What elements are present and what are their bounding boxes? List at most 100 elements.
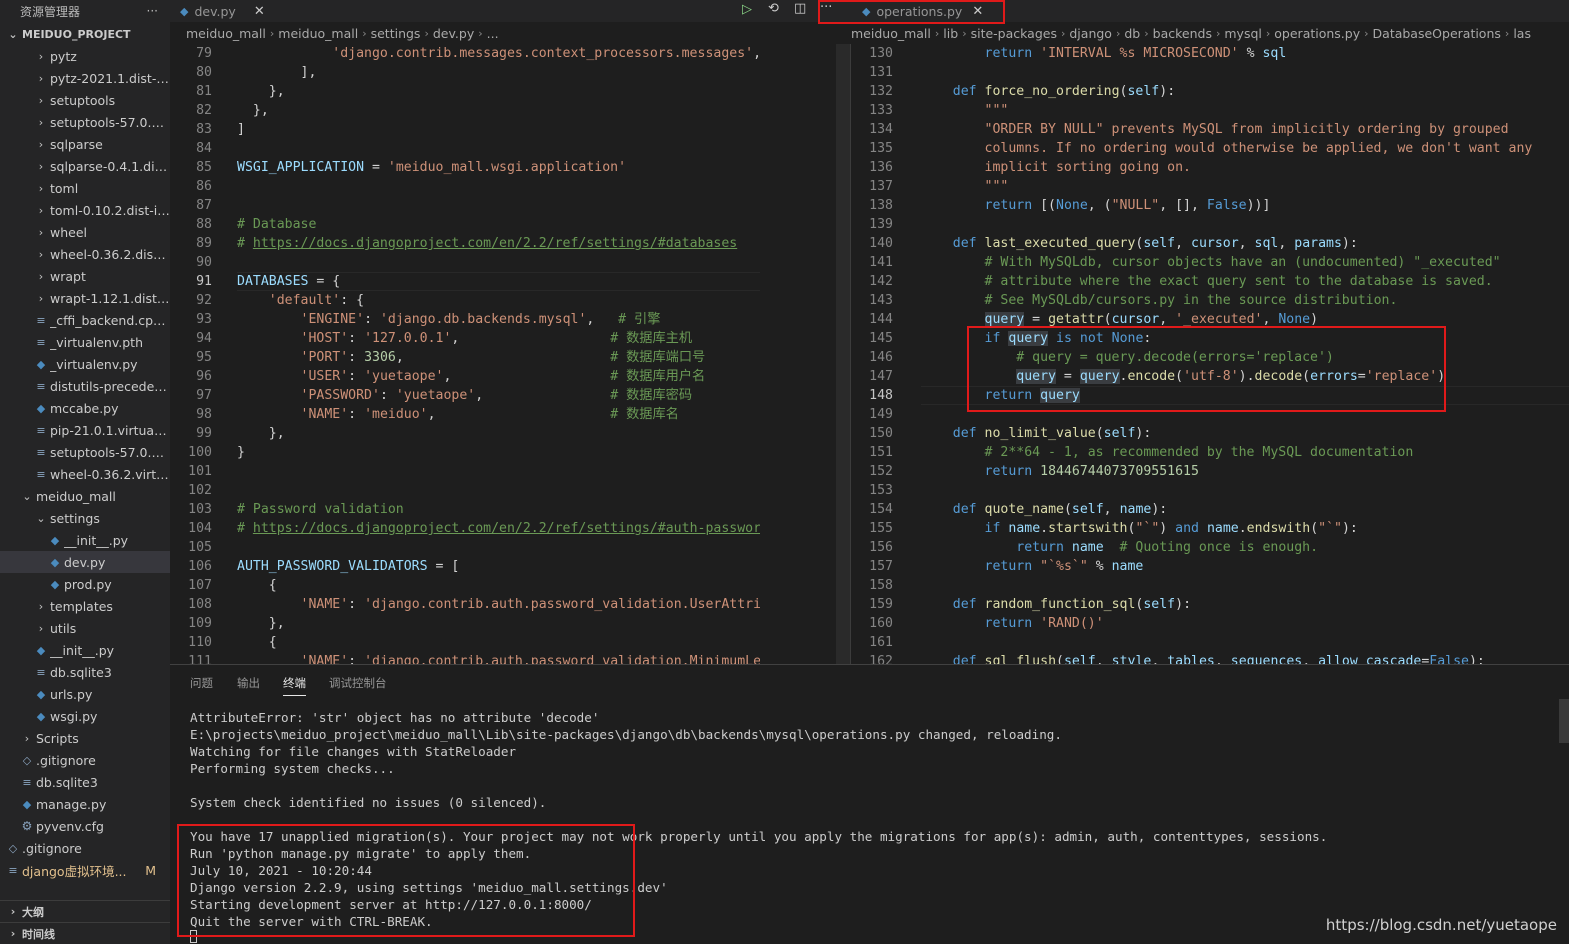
scrollbar[interactable] <box>836 44 850 664</box>
code-line: 'PASSWORD': 'yuetaope', # 数据库密码 <box>300 388 693 403</box>
tree-item[interactable]: ⚙ pyvenv.cfg <box>0 815 170 837</box>
tree-item[interactable]: › templates <box>0 595 170 617</box>
breadcrumb-item[interactable]: backends <box>1153 26 1212 41</box>
tree-item[interactable]: › wheel-0.36.2.dist-i... <box>0 243 170 265</box>
code-line: 'HOST': '127.0.0.1', # 数据库主机 <box>300 331 693 346</box>
tree-item[interactable]: › toml-0.10.2.dist-info <box>0 199 170 221</box>
tree-item[interactable]: ⌄ meiduo_mall <box>0 485 170 507</box>
breadcrumb-item[interactable]: ... <box>487 26 499 41</box>
split-editor-icon[interactable]: ◫ <box>794 1 806 16</box>
chevron-right-icon: › <box>38 291 44 305</box>
minimap[interactable] <box>762 44 836 664</box>
code-line: implicit sorting going on. <box>921 160 1191 175</box>
breadcrumb-item[interactable]: dev.py <box>433 26 474 41</box>
breadcrumb-item[interactable]: meiduo_mall <box>278 26 358 41</box>
tree-item[interactable]: ◇ .gitignore <box>0 837 170 859</box>
tree-item[interactable]: › Scripts <box>0 727 170 749</box>
tree-item[interactable]: ◇ .gitignore <box>0 749 170 771</box>
tree-item[interactable]: › wrapt <box>0 265 170 287</box>
text-file-icon: ≡ <box>36 467 46 481</box>
line-number: 155 <box>869 521 893 536</box>
tab-dev-py[interactable]: ◆ dev.py ✕ <box>180 0 265 22</box>
breadcrumb-item[interactable]: db <box>1124 26 1140 41</box>
panel-tab[interactable]: 调试控制台 <box>329 675 387 691</box>
tree-item[interactable]: ≡ distutils-precedenc... <box>0 375 170 397</box>
breadcrumb-item[interactable]: site-packages <box>971 26 1057 41</box>
tree-item[interactable]: ≡ wheel-0.36.2.virtua... <box>0 463 170 485</box>
breadcrumb-item[interactable]: DatabaseOperations <box>1373 26 1501 41</box>
tree-item[interactable]: › setuptools <box>0 89 170 111</box>
tree-item[interactable]: › setuptools-57.0.0.d... <box>0 111 170 133</box>
scrollbar[interactable] <box>1559 699 1569 743</box>
tree-item-label: pip-21.0.1.virtualenv <box>50 422 170 438</box>
tree-item[interactable]: › utils <box>0 617 170 639</box>
line-number: 102 <box>188 483 212 498</box>
python-file-icon: ◆ <box>50 555 60 569</box>
compare-changes-icon[interactable]: ⟲ <box>768 1 779 16</box>
line-number: 79 <box>196 46 212 61</box>
tree-item[interactable]: ≡ setuptools-57.0.0.v... <box>0 441 170 463</box>
panel-tab[interactable]: 输出 <box>237 675 260 691</box>
code-line: ] <box>237 122 245 137</box>
tree-item[interactable]: › pytz-2021.1.dist-info <box>0 67 170 89</box>
tree-item[interactable]: › wheel <box>0 221 170 243</box>
code-line: def sql_flush(self, style, tables, seque… <box>952 654 1485 664</box>
tree-item-label: distutils-precedenc... <box>50 378 170 394</box>
code-editor-left[interactable]: 79 80 81 82 83 84 85 86 87 88 89 90 91 92 93 94 95 96 97 98… <box>170 44 850 664</box>
code-area[interactable]: 'django.contrib.messages.context_process… <box>237 44 760 664</box>
breadcrumb-item[interactable]: meiduo_mall <box>851 26 931 41</box>
line-number: 107 <box>188 578 212 593</box>
breadcrumb-item[interactable]: operations.py <box>1274 26 1360 41</box>
tree-item[interactable]: ◆ urls.py <box>0 683 170 705</box>
project-root[interactable]: ⌄ MEIDUO_PROJECT <box>0 23 170 45</box>
tree-item[interactable]: ◆ wsgi.py <box>0 705 170 727</box>
close-icon[interactable]: ✕ <box>972 4 983 19</box>
more-actions-icon[interactable]: ··· <box>820 0 832 15</box>
tree-item[interactable]: ◆ prod.py <box>0 573 170 595</box>
text-file-icon: ≡ <box>36 335 46 349</box>
line-number: 143 <box>869 293 893 308</box>
tree-item[interactable]: ≡ _cffi_backend.cp39... <box>0 309 170 331</box>
panel-tab[interactable]: 问题 <box>190 675 213 691</box>
run-icon[interactable]: ▷ <box>742 2 752 17</box>
tree-item[interactable]: ≡ db.sqlite3 <box>0 771 170 793</box>
line-number: 87 <box>196 198 212 213</box>
tree-item[interactable]: ≡ _virtualenv.pth <box>0 331 170 353</box>
tree-item[interactable]: › pytz <box>0 45 170 67</box>
tree-item[interactable]: ⌄ settings <box>0 507 170 529</box>
tree-item[interactable]: › sqlparse <box>0 133 170 155</box>
tree-item[interactable]: › sqlparse-0.4.1.dist-... <box>0 155 170 177</box>
tree-item-label: wrapt <box>50 268 86 284</box>
panel-tab[interactable]: 终端 <box>283 675 306 696</box>
outline-section[interactable]: › 大纲 <box>0 900 170 922</box>
line-number: 133 <box>869 103 893 118</box>
tree-item[interactable]: ≡ pip-21.0.1.virtualenv <box>0 419 170 441</box>
close-icon[interactable]: ✕ <box>254 4 265 19</box>
timeline-section[interactable]: › 时间线 <box>0 922 170 944</box>
breadcrumb-item[interactable]: django <box>1069 26 1112 41</box>
tab-operations-py[interactable]: ◆ operations.py ✕ <box>862 0 983 22</box>
tree-item[interactable]: ◆ __init__.py <box>0 639 170 661</box>
tree-item[interactable]: ◆ mccabe.py <box>0 397 170 419</box>
line-number: 82 <box>196 103 212 118</box>
breadcrumb-item[interactable]: mysql <box>1224 26 1262 41</box>
tree-item[interactable]: ◆ __init__.py <box>0 529 170 551</box>
tree-item-label: dev.py <box>64 554 106 570</box>
more-actions-icon[interactable]: ··· <box>147 4 158 18</box>
tree-item[interactable]: ≡ db.sqlite3 <box>0 661 170 683</box>
tree-item[interactable]: ◆ _virtualenv.py <box>0 353 170 375</box>
tree-item[interactable]: ≡ django虚拟环境... M <box>0 859 170 881</box>
chevron-right-icon: › <box>424 26 429 40</box>
tree-item[interactable]: ◆ dev.py <box>0 551 170 573</box>
breadcrumb-item[interactable]: lib <box>943 26 958 41</box>
breadcrumb-item[interactable]: meiduo_mall <box>186 26 266 41</box>
breadcrumb-item[interactable]: las <box>1513 26 1531 41</box>
tree-item[interactable]: › toml <box>0 177 170 199</box>
code-area[interactable]: return 'INTERVAL %s MICROSECOND' % sql d… <box>921 44 1569 664</box>
terminal-line: Run 'python manage.py migrate' to apply … <box>190 846 532 861</box>
tree-item[interactable]: › wrapt-1.12.1.dist-i... <box>0 287 170 309</box>
tab-label: dev.py <box>194 3 236 19</box>
code-editor-right[interactable]: 130 131 132 133 134 135 136 137 138 139 140 141 142 1… <box>850 44 1569 664</box>
tree-item[interactable]: ◆ manage.py <box>0 793 170 815</box>
breadcrumb-item[interactable]: settings <box>371 26 421 41</box>
